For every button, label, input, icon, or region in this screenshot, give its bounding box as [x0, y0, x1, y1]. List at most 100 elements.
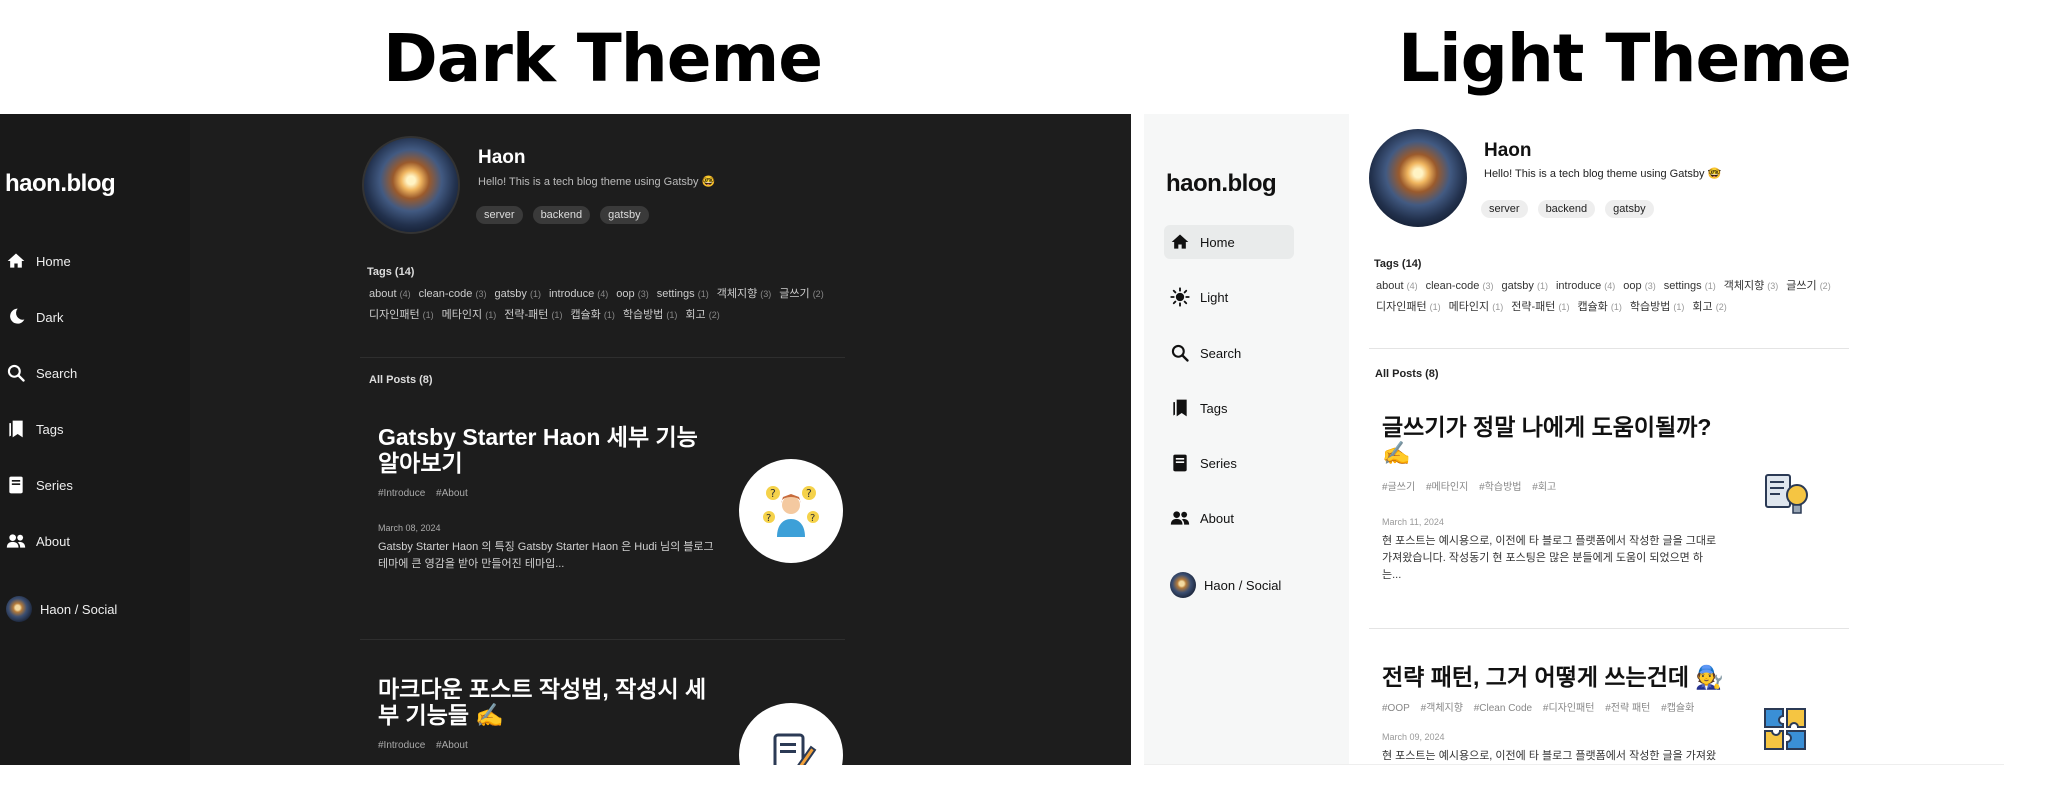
tag-count: (3)	[1482, 281, 1494, 291]
tag-link[interactable]: 전략-패턴 (1)	[504, 309, 562, 321]
light-theme-heading: Light Theme	[1398, 20, 1852, 97]
nav-about[interactable]: About	[1164, 501, 1294, 535]
tag-link[interactable]: clean-code (3)	[419, 288, 487, 300]
tag-link[interactable]: oop (3)	[1623, 280, 1655, 292]
tag-count: (2)	[812, 289, 824, 299]
post-title[interactable]: Gatsby Starter Haon 세부 기능 알아보기	[378, 424, 708, 476]
tag-link[interactable]: about (4)	[369, 288, 411, 300]
post-excerpt: 현 포스트는 예시용으로, 이전에 타 블로그 플랫폼에서 작성한 글을 가져왔…	[1382, 750, 1717, 762]
tag-count: (1)	[603, 310, 615, 320]
post-tag[interactable]: #메타인지	[1426, 482, 1468, 493]
tag-link[interactable]: 캡슐화 (1)	[570, 309, 614, 321]
book-icon	[1173, 454, 1187, 472]
nav-series[interactable]: Series	[6, 468, 73, 502]
tag-count: (3)	[1767, 281, 1779, 291]
tag-link[interactable]: 글쓰기 (2)	[1786, 280, 1830, 292]
tag-link[interactable]: 회고 (2)	[1692, 301, 1726, 313]
nav-home[interactable]: Home	[6, 244, 71, 278]
post-title[interactable]: 글쓰기가 정말 나에게 도움이될까? ✍️	[1382, 414, 1712, 466]
tag-link[interactable]: 객체지향 (3)	[717, 288, 772, 300]
nav-search[interactable]: Search	[6, 356, 77, 390]
tag-link[interactable]: about (4)	[1376, 280, 1418, 292]
tag-link[interactable]: oop (3)	[616, 288, 648, 300]
tag-link[interactable]: 학습방법 (1)	[1630, 301, 1685, 313]
tag-name: gatsby	[494, 288, 527, 300]
author-name: Haon	[478, 147, 526, 168]
divider	[360, 639, 845, 640]
tag-count: (1)	[422, 310, 434, 320]
bookmarks-icon	[1173, 399, 1187, 417]
post-card[interactable]: 마크다운 포스트 작성법, 작성시 세부 기능들 ✍️ #Introduce #…	[378, 676, 858, 765]
nav-tags[interactable]: Tags	[1164, 391, 1294, 425]
post-title[interactable]: 전략 패턴, 그거 어떻게 쓰는건데 🧑‍🔧	[1382, 664, 1742, 690]
svg-text:?: ?	[766, 513, 771, 524]
nav-home[interactable]: Home	[1164, 225, 1294, 259]
tag-link[interactable]: introduce (4)	[1556, 280, 1615, 292]
tag-link[interactable]: clean-code (3)	[1426, 280, 1494, 292]
blog-brand[interactable]: haon.blog	[5, 170, 116, 198]
post-tag[interactable]: #Clean Code	[1474, 703, 1532, 714]
nav-theme-label: Dark	[36, 309, 64, 325]
tag-count: (2)	[1819, 281, 1831, 291]
nav-tags-label: Tags	[36, 421, 64, 437]
author-name: Haon	[1484, 140, 1532, 161]
tags-title: Tags (14)	[1374, 258, 1422, 270]
post-tag[interactable]: #캡슐화	[1661, 703, 1694, 714]
post-tag[interactable]: #글쓰기	[1382, 482, 1415, 493]
tag-name: 캡슐화	[570, 309, 601, 321]
tag-link[interactable]: 객체지향 (3)	[1724, 280, 1779, 292]
nav-tags[interactable]: Tags	[6, 412, 63, 446]
nav-social[interactable]: Haon / Social	[6, 592, 117, 626]
svg-text:?: ?	[810, 513, 815, 524]
tag-link[interactable]: gatsby (1)	[1501, 280, 1547, 292]
profile-avatar	[1369, 129, 1467, 227]
blog-brand[interactable]: haon.blog	[1166, 170, 1277, 198]
nav-about[interactable]: About	[6, 524, 70, 558]
post-tag[interactable]: #전략 패턴	[1605, 703, 1650, 714]
nav-theme-toggle[interactable]: Light	[1164, 280, 1294, 314]
post-tag[interactable]: #디자인패턴	[1543, 703, 1595, 714]
post-tag[interactable]: #회고	[1532, 482, 1556, 493]
tag-link[interactable]: settings (1)	[657, 288, 709, 300]
tag-link[interactable]: introduce (4)	[549, 288, 608, 300]
tag-link[interactable]: 디자인패턴 (1)	[1376, 301, 1441, 313]
post-card[interactable]: 전략 패턴, 그거 어떻게 쓰는건데 🧑‍🔧 #OOP #객체지향 #Clean…	[1382, 664, 1862, 764]
post-tag[interactable]: #About	[436, 488, 468, 499]
tag-count: (1)	[1536, 281, 1548, 291]
tag-link[interactable]: 메타인지 (1)	[1449, 301, 1504, 313]
tag-name: 디자인패턴	[1376, 301, 1427, 313]
post-tag[interactable]: #OOP	[1382, 703, 1410, 714]
nav-home-label: Home	[1200, 234, 1235, 250]
nav-about-label: About	[1200, 510, 1234, 526]
post-tag[interactable]: #Introduce	[378, 740, 425, 751]
tag-link[interactable]: 캡슐화 (1)	[1577, 301, 1621, 313]
nav-search[interactable]: Search	[1164, 336, 1294, 370]
profile-chips: server backend gatsby	[476, 206, 649, 224]
tag-link[interactable]: 글쓰기 (2)	[779, 288, 823, 300]
tag-link[interactable]: 회고 (2)	[685, 309, 719, 321]
nav-theme-toggle[interactable]: Dark	[6, 300, 63, 334]
tag-link[interactable]: settings (1)	[1664, 280, 1716, 292]
nav-tags-label: Tags	[1200, 400, 1228, 416]
post-tag[interactable]: #Introduce	[378, 488, 425, 499]
post-title[interactable]: 마크다운 포스트 작성법, 작성시 세부 기능들 ✍️	[378, 676, 708, 728]
nav-social[interactable]: Haon / Social	[1164, 568, 1294, 602]
tag-link[interactable]: 메타인지 (1)	[442, 309, 497, 321]
tag-link[interactable]: 전략-패턴 (1)	[1511, 301, 1569, 313]
tag-name: 글쓰기	[1786, 280, 1817, 292]
tag-name: clean-code	[1425, 280, 1480, 292]
post-card[interactable]: Gatsby Starter Haon 세부 기능 알아보기 #Introduc…	[378, 424, 858, 573]
thinking-person-icon: ? ? ? ?	[763, 486, 819, 537]
tag-count: (3)	[760, 289, 772, 299]
nav-series[interactable]: Series	[1164, 446, 1294, 480]
tag-link[interactable]: gatsby (1)	[494, 288, 540, 300]
post-tag[interactable]: #객체지향	[1421, 703, 1463, 714]
tag-link[interactable]: 학습방법 (1)	[623, 309, 678, 321]
post-card[interactable]: 글쓰기가 정말 나에게 도움이될까? ✍️ #글쓰기 #메타인지 #학습방법 #…	[1382, 414, 1862, 584]
puzzle-icon	[1764, 708, 1806, 750]
tag-link[interactable]: 디자인패턴 (1)	[369, 309, 434, 321]
tag-name: 전략-패턴	[1511, 301, 1556, 313]
post-tag[interactable]: #About	[436, 740, 468, 751]
post-tag[interactable]: #학습방법	[1479, 482, 1521, 493]
divider	[1369, 348, 1849, 349]
